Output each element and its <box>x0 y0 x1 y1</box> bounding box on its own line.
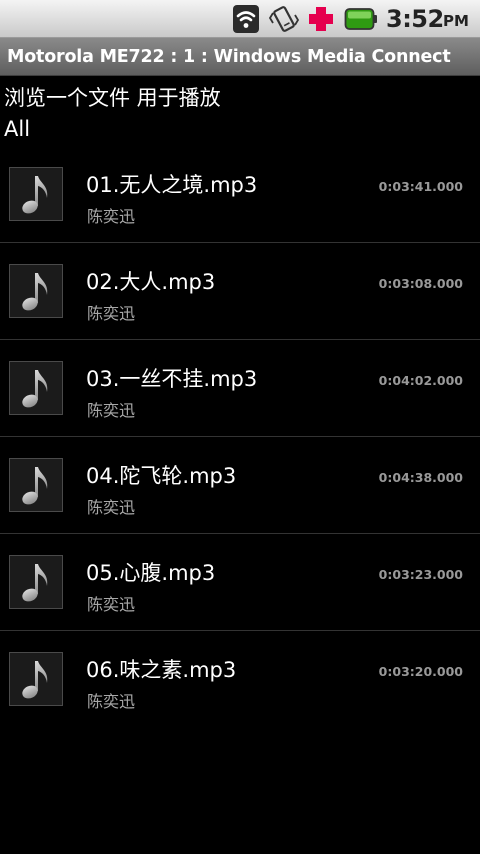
file-list-item[interactable]: 05.心腹.mp3 陈奕迅 0:03:23.000 <box>0 534 480 631</box>
track-artist: 陈奕迅 <box>87 595 136 614</box>
track-title: 05.心腹.mp3 <box>86 561 216 585</box>
track-artist: 陈奕迅 <box>87 498 136 517</box>
clock-ampm: PM <box>443 12 469 30</box>
file-list: 01.无人之境.mp3 陈奕迅 0:03:41.000 02.大人.mp3 陈奕… <box>0 146 480 728</box>
title-bar: Motorola ME722 : 1 : Windows Media Conne… <box>0 38 480 76</box>
folder-name: All <box>4 117 31 141</box>
track-title: 06.味之素.mp3 <box>86 658 237 682</box>
track-title: 03.一丝不挂.mp3 <box>86 367 258 391</box>
track-duration: 0:03:20.000 <box>378 664 463 679</box>
page-title: Motorola ME722 : 1 : Windows Media Conne… <box>7 47 451 67</box>
track-duration: 0:03:08.000 <box>378 276 463 291</box>
file-list-item[interactable]: 03.一丝不挂.mp3 陈奕迅 0:04:02.000 <box>0 340 480 437</box>
wifi-icon <box>233 5 259 33</box>
track-title: 01.无人之境.mp3 <box>86 173 258 197</box>
battery-icon <box>344 8 377 30</box>
music-note-icon <box>22 370 48 408</box>
track-duration: 0:04:02.000 <box>378 373 463 388</box>
file-list-item[interactable]: 01.无人之境.mp3 陈奕迅 0:03:41.000 <box>0 146 480 243</box>
track-title: 02.大人.mp3 <box>86 270 216 294</box>
file-list-item[interactable]: 06.味之素.mp3 陈奕迅 0:03:20.000 <box>0 631 480 728</box>
track-duration: 0:03:41.000 <box>378 179 463 194</box>
track-thumbnail <box>9 264 63 318</box>
track-thumbnail <box>9 555 63 609</box>
clock-time: 3:52 <box>386 5 444 33</box>
music-note-icon <box>22 467 48 505</box>
track-thumbnail <box>9 458 63 512</box>
track-thumbnail <box>9 167 63 221</box>
health-icon <box>309 7 333 31</box>
track-duration: 0:04:38.000 <box>378 470 463 485</box>
track-duration: 0:03:23.000 <box>378 567 463 582</box>
track-thumbnail <box>9 652 63 706</box>
file-list-item[interactable]: 04.陀飞轮.mp3 陈奕迅 0:04:38.000 <box>0 437 480 534</box>
browse-instruction: 浏览一个文件 用于播放 <box>4 86 221 110</box>
music-note-icon <box>22 564 48 602</box>
track-artist: 陈奕迅 <box>87 401 136 420</box>
track-artist: 陈奕迅 <box>87 207 136 226</box>
music-note-icon <box>22 661 48 699</box>
file-list-item[interactable]: 02.大人.mp3 陈奕迅 0:03:08.000 <box>0 243 480 340</box>
track-thumbnail <box>9 361 63 415</box>
track-title: 04.陀飞轮.mp3 <box>86 464 237 488</box>
track-artist: 陈奕迅 <box>87 692 136 711</box>
music-note-icon <box>22 273 48 311</box>
vibrate-icon <box>268 6 300 32</box>
track-artist: 陈奕迅 <box>87 304 136 323</box>
status-bar: 3:52 PM <box>0 0 480 38</box>
music-note-icon <box>22 176 48 214</box>
